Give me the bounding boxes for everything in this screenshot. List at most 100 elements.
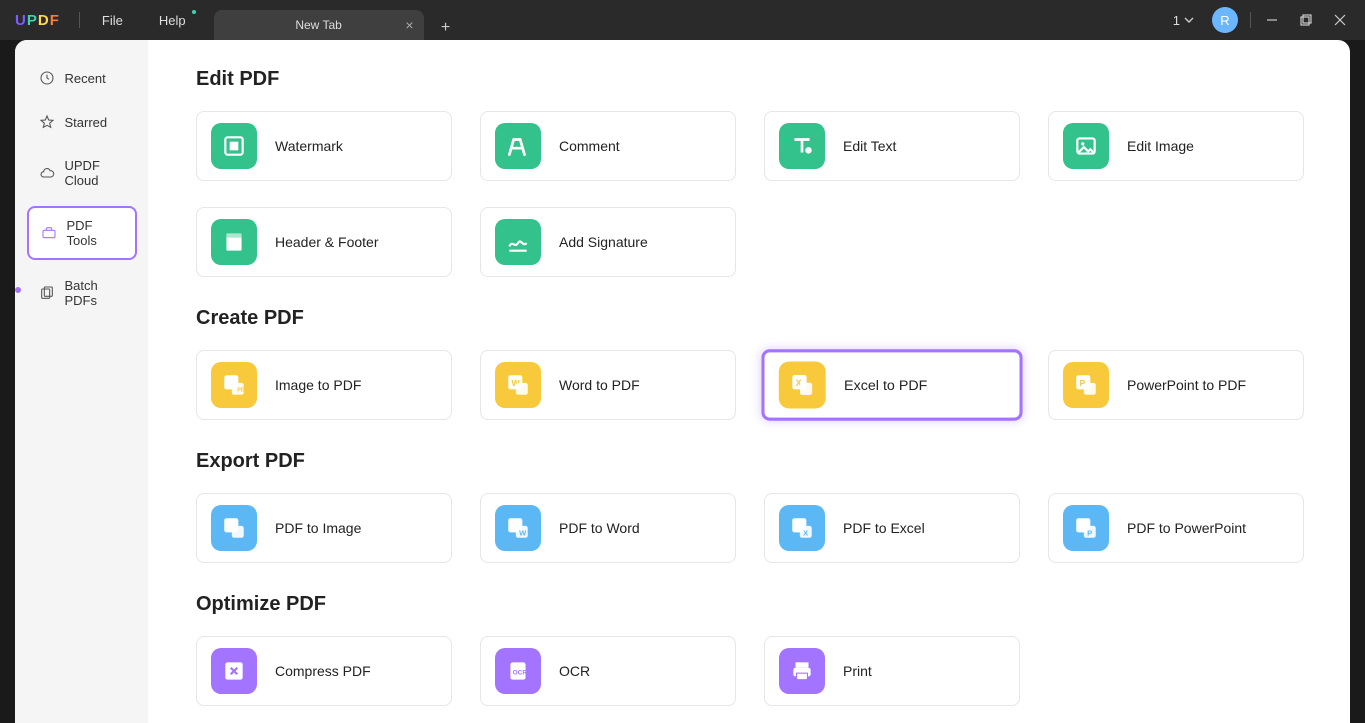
ppt-to-pdf-icon: P xyxy=(1063,362,1109,408)
separator xyxy=(1250,12,1251,28)
edit-image-icon xyxy=(1063,123,1109,169)
card-header-footer[interactable]: Header & Footer xyxy=(196,207,452,277)
sidebar-item-label: Recent xyxy=(65,71,106,86)
card-label: Print xyxy=(843,663,872,679)
card-label: Edit Image xyxy=(1127,138,1194,154)
minimize-button[interactable] xyxy=(1255,0,1289,40)
close-button[interactable] xyxy=(1323,0,1357,40)
section-title-export: Export PDF xyxy=(196,450,1302,473)
tab-new[interactable]: New Tab × xyxy=(214,10,424,40)
app-logo: UPDF xyxy=(0,12,75,29)
watermark-icon xyxy=(211,123,257,169)
card-comment[interactable]: Comment xyxy=(480,111,736,181)
sidebar-item-starred[interactable]: Starred xyxy=(27,104,137,140)
card-label: Comment xyxy=(559,138,620,154)
card-ppt-to-pdf[interactable]: P PowerPoint to PDF xyxy=(1048,350,1304,420)
card-label: PDF to Excel xyxy=(843,520,925,536)
tab-label: New Tab xyxy=(295,18,341,32)
card-ocr[interactable]: OCR OCR xyxy=(480,636,736,706)
card-label: Excel to PDF xyxy=(844,377,927,393)
clock-icon xyxy=(39,70,55,86)
card-excel-to-pdf[interactable]: X Excel to PDF xyxy=(761,349,1022,420)
toolbox-icon xyxy=(41,225,57,241)
section-title-edit: Edit PDF xyxy=(196,68,1302,91)
menu-help-label: Help xyxy=(159,13,186,28)
star-icon xyxy=(39,114,55,130)
section-title-create: Create PDF xyxy=(196,307,1302,330)
sidebar-item-label: Batch PDFs xyxy=(65,278,125,308)
new-tab-button[interactable]: + xyxy=(434,16,458,40)
header-footer-icon xyxy=(211,219,257,265)
card-label: PDF to Image xyxy=(275,520,361,536)
cloud-icon xyxy=(39,165,55,181)
card-edit-image[interactable]: Edit Image xyxy=(1048,111,1304,181)
card-label: PowerPoint to PDF xyxy=(1127,377,1246,393)
card-label: Word to PDF xyxy=(559,377,640,393)
avatar[interactable]: R xyxy=(1212,7,1238,33)
card-print[interactable]: Print xyxy=(764,636,1020,706)
window-controls xyxy=(1255,0,1357,40)
image-to-pdf-icon: PDF xyxy=(211,362,257,408)
separator xyxy=(79,12,80,28)
account-count: 1 xyxy=(1173,13,1180,28)
sidebar-item-label: PDF Tools xyxy=(67,218,123,248)
card-label: Compress PDF xyxy=(275,663,371,679)
titlebar: UPDF File Help New Tab × + 1 R xyxy=(0,0,1365,40)
svg-text:P: P xyxy=(1087,529,1092,538)
notification-dot-icon xyxy=(192,10,196,14)
card-edit-text[interactable]: Edit Text xyxy=(764,111,1020,181)
card-signature[interactable]: Add Signature xyxy=(480,207,736,277)
word-to-pdf-icon: W xyxy=(495,362,541,408)
pdf-to-excel-icon: X xyxy=(779,505,825,551)
card-label: Watermark xyxy=(275,138,343,154)
batch-icon xyxy=(39,285,55,301)
tabs-container: New Tab × + xyxy=(214,0,458,40)
account-count-dropdown[interactable]: 1 xyxy=(1163,13,1204,28)
card-compress[interactable]: Compress PDF xyxy=(196,636,452,706)
workspace: Recent Starred UPDF Cloud PDF Tools Batc… xyxy=(15,40,1350,723)
sidebar-item-label: UPDF Cloud xyxy=(65,158,125,188)
card-pdf-to-image[interactable]: PDF to Image xyxy=(196,493,452,563)
signature-icon xyxy=(495,219,541,265)
maximize-button[interactable] xyxy=(1289,0,1323,40)
excel-to-pdf-icon: X xyxy=(779,362,826,409)
compress-icon xyxy=(211,648,257,694)
menu-help[interactable]: Help xyxy=(141,0,204,40)
card-label: PDF to PowerPoint xyxy=(1127,520,1246,536)
section-title-optimize: Optimize PDF xyxy=(196,593,1302,616)
card-label: PDF to Word xyxy=(559,520,640,536)
card-image-to-pdf[interactable]: PDF Image to PDF xyxy=(196,350,452,420)
svg-text:W: W xyxy=(519,529,527,538)
sidebar-item-cloud[interactable]: UPDF Cloud xyxy=(27,148,137,198)
card-label: Image to PDF xyxy=(275,377,361,393)
pdf-to-word-icon: W xyxy=(495,505,541,551)
card-label: OCR xyxy=(559,663,590,679)
sidebar-item-recent[interactable]: Recent xyxy=(27,60,137,96)
menu-file[interactable]: File xyxy=(84,0,141,40)
card-pdf-to-ppt[interactable]: P PDF to PowerPoint xyxy=(1048,493,1304,563)
close-icon[interactable]: × xyxy=(405,17,413,33)
print-icon xyxy=(779,648,825,694)
card-pdf-to-word[interactable]: W PDF to Word xyxy=(480,493,736,563)
card-pdf-to-excel[interactable]: X PDF to Excel xyxy=(764,493,1020,563)
card-watermark[interactable]: Watermark xyxy=(196,111,452,181)
svg-text:OCR: OCR xyxy=(513,669,528,676)
ocr-icon: OCR xyxy=(495,648,541,694)
card-word-to-pdf[interactable]: W Word to PDF xyxy=(480,350,736,420)
content: Edit PDF Watermark Comment Edit Text Edi… xyxy=(148,40,1350,723)
active-indicator-icon xyxy=(15,287,21,293)
sidebar-item-pdf-tools[interactable]: PDF Tools xyxy=(27,206,137,260)
comment-icon xyxy=(495,123,541,169)
svg-text:PDF: PDF xyxy=(237,388,247,394)
card-label: Add Signature xyxy=(559,234,648,250)
sidebar-item-label: Starred xyxy=(65,115,108,130)
pdf-to-image-icon xyxy=(211,505,257,551)
svg-text:X: X xyxy=(803,529,808,538)
edit-text-icon xyxy=(779,123,825,169)
card-label: Header & Footer xyxy=(275,234,379,250)
card-label: Edit Text xyxy=(843,138,896,154)
pdf-to-ppt-icon: P xyxy=(1063,505,1109,551)
sidebar: Recent Starred UPDF Cloud PDF Tools Batc… xyxy=(15,40,148,723)
chevron-down-icon xyxy=(1184,15,1194,25)
sidebar-item-batch[interactable]: Batch PDFs xyxy=(27,268,137,318)
